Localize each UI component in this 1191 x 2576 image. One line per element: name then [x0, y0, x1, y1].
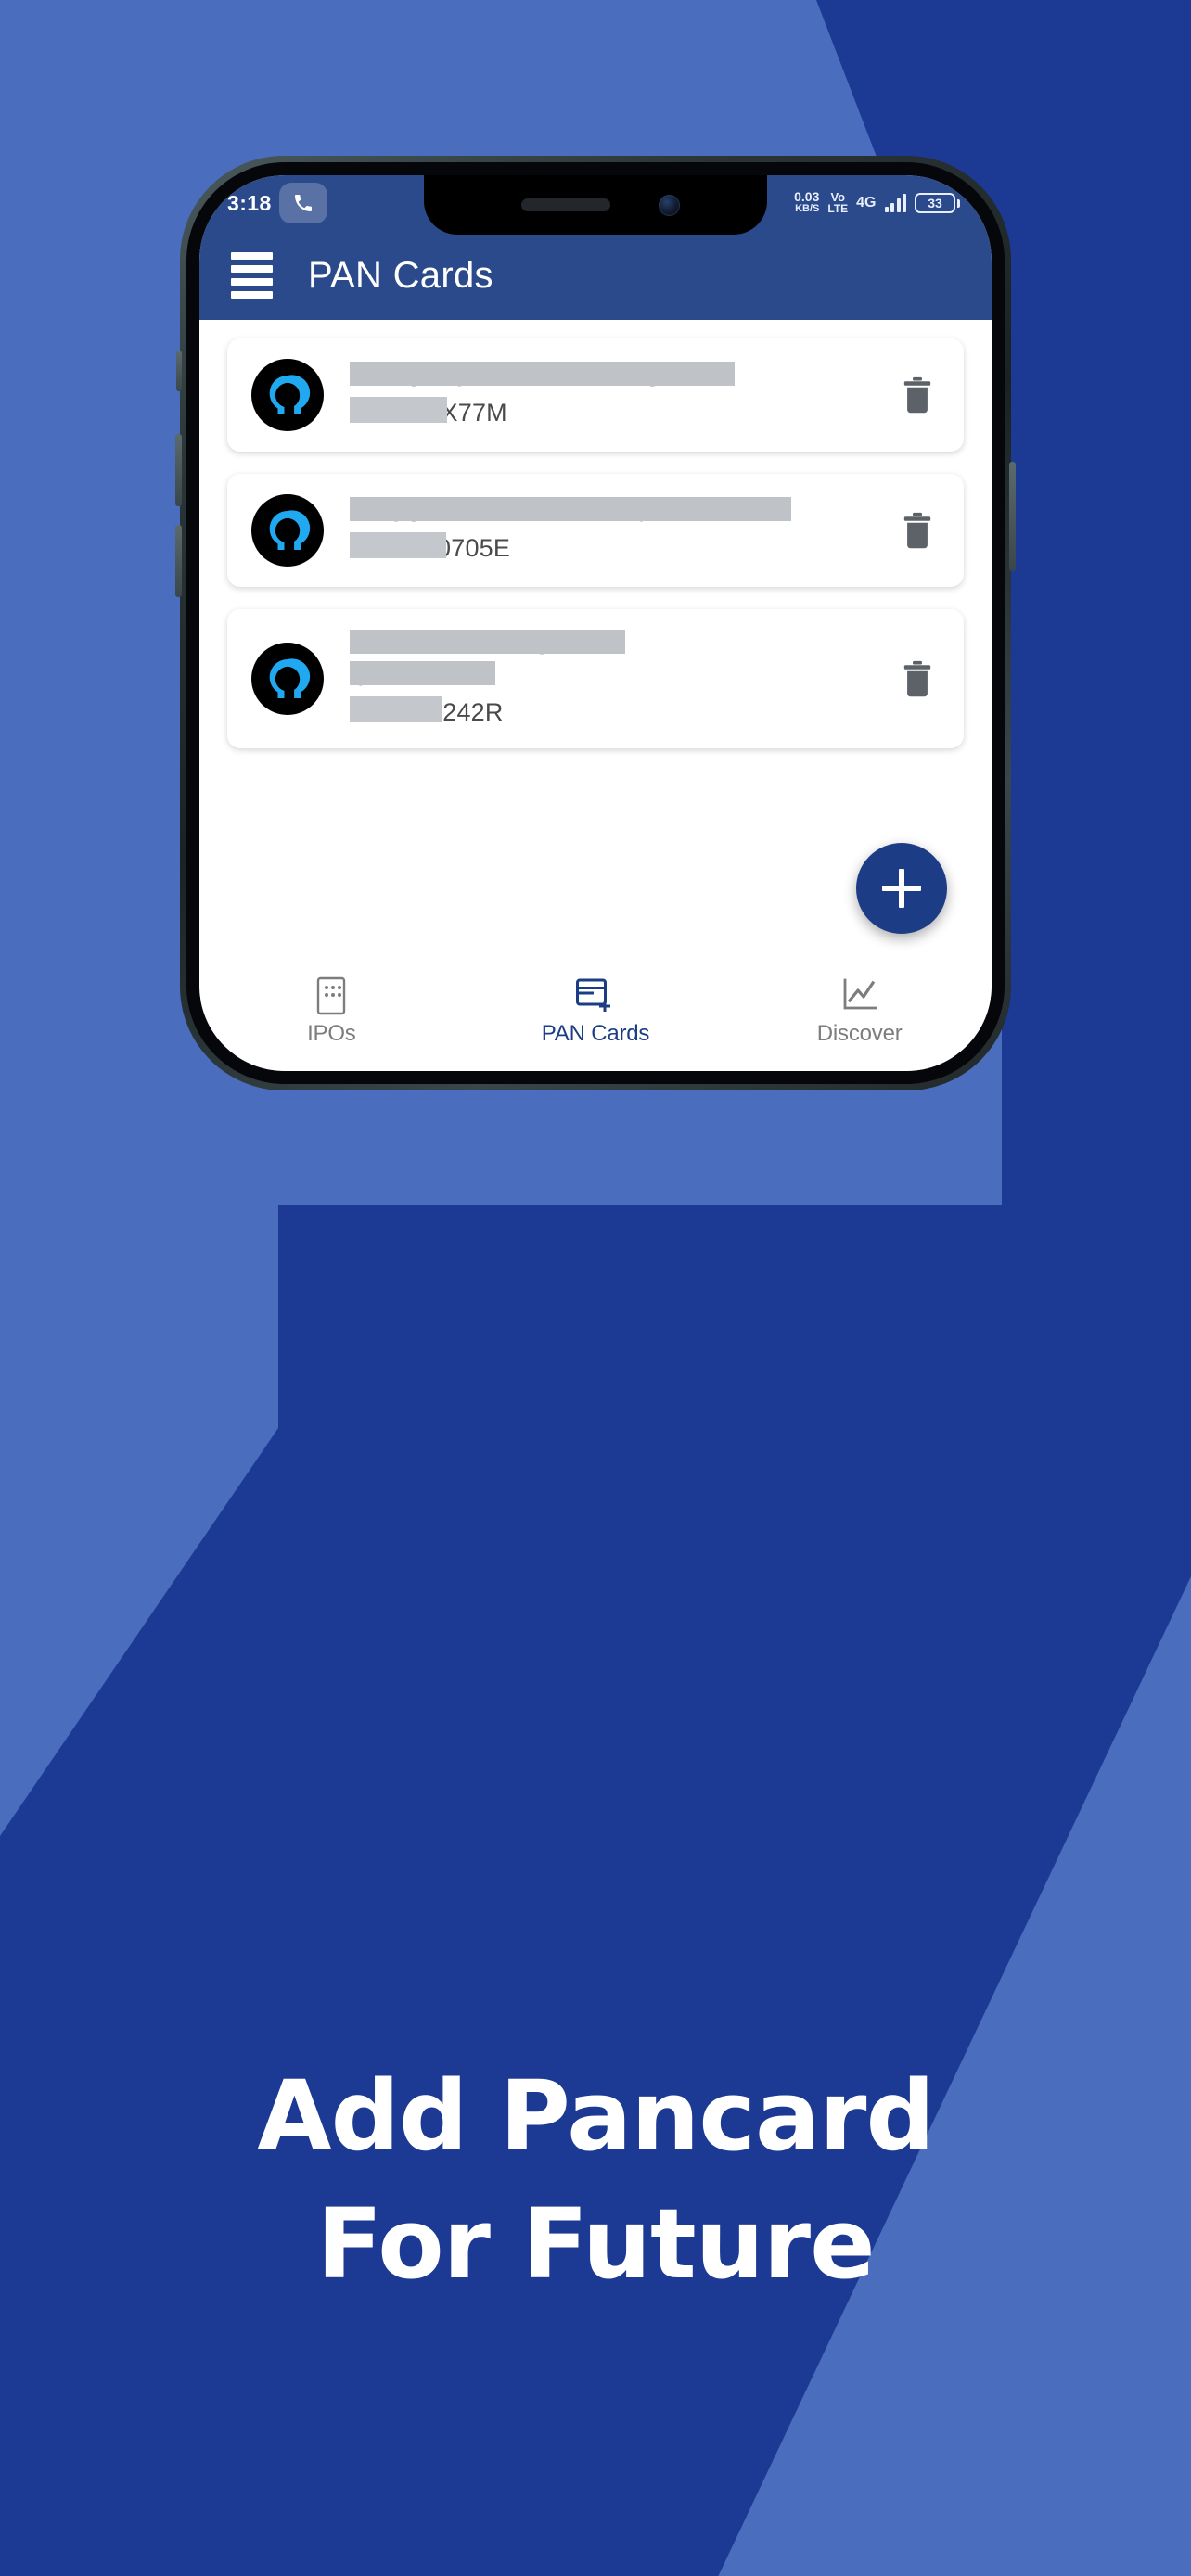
phone-mockup: 3:18 0.03 KB/S Vo LTE 4G 33 PAN Cards IP…	[175, 156, 1016, 1090]
promo-caption-line-2: For Future	[316, 2187, 875, 2301]
redaction-mask	[350, 696, 442, 722]
phone-volume-down-button[interactable]	[175, 525, 182, 597]
background-shape-light-left	[0, 1187, 278, 1836]
phone-screen: 3:18 0.03 KB/S Vo LTE 4G 33 PAN Cards IP…	[199, 175, 992, 1071]
redaction-mask	[350, 630, 626, 654]
pan-card-item[interactable]: HARSH GIRDHARDHANSHYAM BGMXXX77M	[227, 338, 964, 452]
status-bar: 3:18 0.03 KB/S Vo LTE 4G 33	[199, 175, 992, 235]
trash-icon[interactable]	[891, 651, 943, 707]
card-plus-icon	[575, 976, 616, 1015]
status-bar-left: 3:18	[227, 183, 327, 223]
promo-caption: Add Pancard For Future	[0, 2068, 1191, 2292]
pan-number-line: BGMXXX77M	[350, 397, 880, 428]
redaction-mask	[350, 661, 495, 685]
phone-mute-switch[interactable]	[176, 351, 182, 391]
bottom-navigation-bar: IPOs PAN Cards Discover	[199, 967, 992, 1071]
phone-power-button[interactable]	[1009, 462, 1016, 571]
pan-card-text: HARSH GIRDHARDHANSHYAM BGMXXX77M	[324, 362, 891, 428]
app-bar: PAN Cards	[199, 231, 992, 320]
pan-card-item[interactable]: DAMANLEADHUDHAR GIRIADHAR	[227, 609, 964, 748]
pan-holder-name-line: HARSH GIRDHARDHANSHYAM	[350, 362, 880, 393]
person-avatar-icon	[251, 643, 324, 715]
pan-card-text: DAMANLEADHUDHAR GIRIADHAR	[324, 630, 891, 728]
battery-cap	[957, 198, 960, 208]
promo-screenshot-root: 3:18 0.03 KB/S Vo LTE 4G 33 PAN Cards IP…	[0, 0, 1191, 2576]
person-avatar-icon	[251, 359, 324, 431]
pan-cards-list: HARSH GIRDHARDHANSHYAM BGMXXX77M	[199, 320, 992, 967]
front-camera	[658, 194, 680, 216]
network-speed-indicator: 0.03 KB/S	[794, 189, 820, 215]
battery-percent-label: 33	[915, 193, 955, 213]
network-type-label: 4G	[856, 195, 877, 210]
trash-icon[interactable]	[891, 503, 943, 558]
phone-volume-up-button[interactable]	[175, 434, 182, 506]
battery-icon: 33	[915, 193, 960, 213]
pan-holder-name-line: DAMANLEADHUDHAR	[350, 630, 880, 661]
pan-card-text: KHUSHWANT DHANRAJ DHAMMAN EKGPB0705E	[324, 497, 891, 564]
nav-label-pan-cards: PAN Cards	[541, 1021, 650, 1046]
page-title: PAN Cards	[308, 254, 493, 296]
hamburger-menu-icon[interactable]	[231, 252, 273, 299]
nav-label-ipos: IPOs	[307, 1021, 356, 1046]
network-speed-value: 0.03	[794, 189, 820, 204]
network-speed-unit: KB/S	[795, 203, 820, 214]
phone-notch	[424, 175, 767, 235]
signal-strength-icon	[884, 194, 906, 212]
pan-holder-name-line: KHUSHWANT DHANRAJ DHAMMAN	[350, 497, 880, 529]
volte-bottom-text: LTE	[827, 202, 849, 215]
pan-card-item[interactable]: KHUSHWANT DHANRAJ DHAMMAN EKGPB0705E	[227, 474, 964, 587]
status-bar-clock: 3:18	[227, 190, 272, 215]
pan-number-line: DNIPD0242R	[350, 696, 880, 728]
redaction-mask	[350, 397, 448, 423]
redaction-mask	[350, 532, 446, 558]
promo-caption-line-1: Add Pancard	[257, 2060, 935, 2173]
line-chart-icon	[841, 976, 878, 1015]
pan-number-line: EKGPB0705E	[350, 532, 880, 564]
volte-icon: Vo LTE	[827, 191, 849, 215]
nav-item-pan-cards[interactable]: PAN Cards	[464, 976, 728, 1047]
earpiece-speaker	[520, 198, 610, 211]
add-pan-card-fab[interactable]	[856, 843, 947, 934]
trash-icon[interactable]	[891, 367, 943, 423]
status-bar-right: 0.03 KB/S Vo LTE 4G 33	[794, 189, 960, 215]
nav-label-discover: Discover	[816, 1021, 903, 1046]
pan-holder-name-line-2: GIRIADHAR	[350, 661, 880, 693]
phone-call-icon	[278, 183, 327, 223]
person-avatar-icon	[251, 494, 324, 567]
ipo-grid-icon	[315, 976, 347, 1015]
nav-item-discover[interactable]: Discover	[727, 976, 992, 1047]
redaction-mask	[350, 362, 736, 386]
nav-item-ipos[interactable]: IPOs	[199, 976, 464, 1047]
redaction-mask	[350, 497, 791, 521]
